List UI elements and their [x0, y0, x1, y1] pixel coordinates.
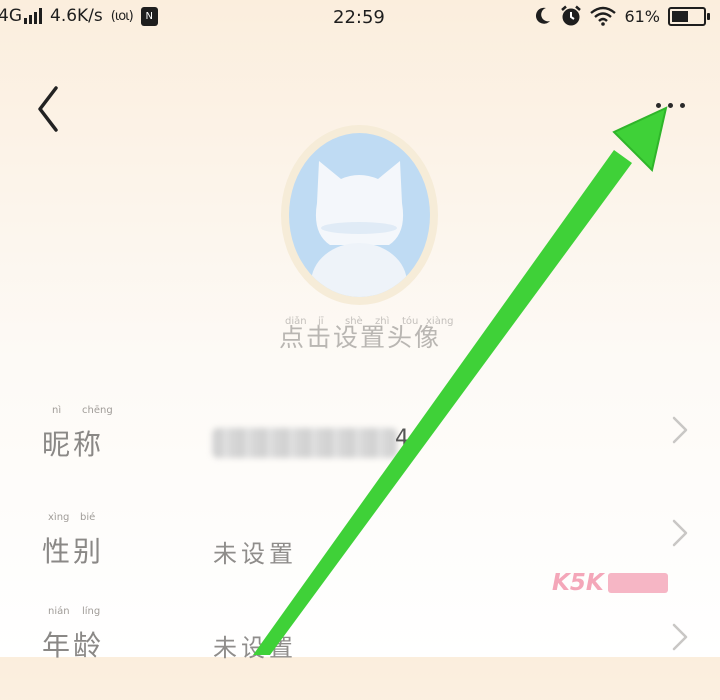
more-dots-icon [655, 102, 685, 108]
back-chevron-icon [38, 86, 58, 132]
site-watermark: K5K [552, 570, 668, 596]
watermark-badge [607, 573, 668, 593]
network-speed: 4.6K/s [50, 6, 103, 26]
hotspot-icon: (ιοι) [110, 8, 134, 24]
nickname-value-blurred [212, 428, 397, 458]
wifi-icon [590, 6, 617, 26]
nickname-label: nì chēng 昵称 [42, 405, 113, 461]
age-pinyin-1: nián [48, 606, 70, 617]
battery-percent: 61% [624, 6, 660, 26]
watermark-logo: K5K [552, 570, 604, 596]
battery-fill [672, 10, 688, 22]
moon-icon [536, 7, 551, 24]
chevron-right-icon [672, 623, 688, 651]
caption-pinyin-6: xiàng [426, 316, 454, 327]
clock: 22:59 [333, 7, 385, 28]
avatar-button[interactable] [281, 125, 438, 305]
caption-pinyin-4: zhì [375, 316, 390, 327]
chevron-right-icon [672, 519, 688, 547]
back-button[interactable] [30, 84, 70, 134]
signal-icon [24, 8, 42, 24]
caption-pinyin-2: jī [318, 316, 324, 327]
gender-pinyin-1: xìng [48, 512, 70, 523]
network-type: 4G [0, 6, 22, 26]
nickname-pinyin-2: chēng [82, 405, 113, 416]
chevron-right-icon [672, 416, 688, 444]
status-right: 61% [534, 5, 710, 27]
age-value: 未设置 [213, 634, 297, 662]
gender-pinyin-2: bié [80, 512, 96, 523]
default-avatar [289, 133, 430, 297]
robot-avatar-icon [311, 161, 407, 297]
nfc-icon: N [140, 6, 158, 26]
nickname-suffix: 4 [395, 426, 409, 451]
battery-icon [668, 6, 710, 26]
nickname-pinyin-1: nì [52, 405, 62, 416]
gender-label: xìng bié 性别 [42, 512, 105, 568]
age-row[interactable]: nián líng 年龄 未设置 [0, 600, 720, 700]
age-pinyin-2: líng [82, 606, 101, 617]
status-left: 4G 4.6K/s (ιοι) N [0, 6, 158, 26]
caption-pinyin-1: diǎn [285, 316, 307, 327]
alarm-icon [561, 5, 582, 26]
caption-pinyin-5: tóu [402, 316, 419, 327]
more-options-button[interactable] [646, 90, 694, 120]
gender-value: 未设置 [213, 540, 297, 568]
age-label: nián líng 年龄 [42, 606, 105, 662]
status-bar: 4G 4.6K/s (ιοι) N 22:59 61% [0, 0, 720, 38]
caption-pinyin-3: shè [345, 316, 363, 327]
